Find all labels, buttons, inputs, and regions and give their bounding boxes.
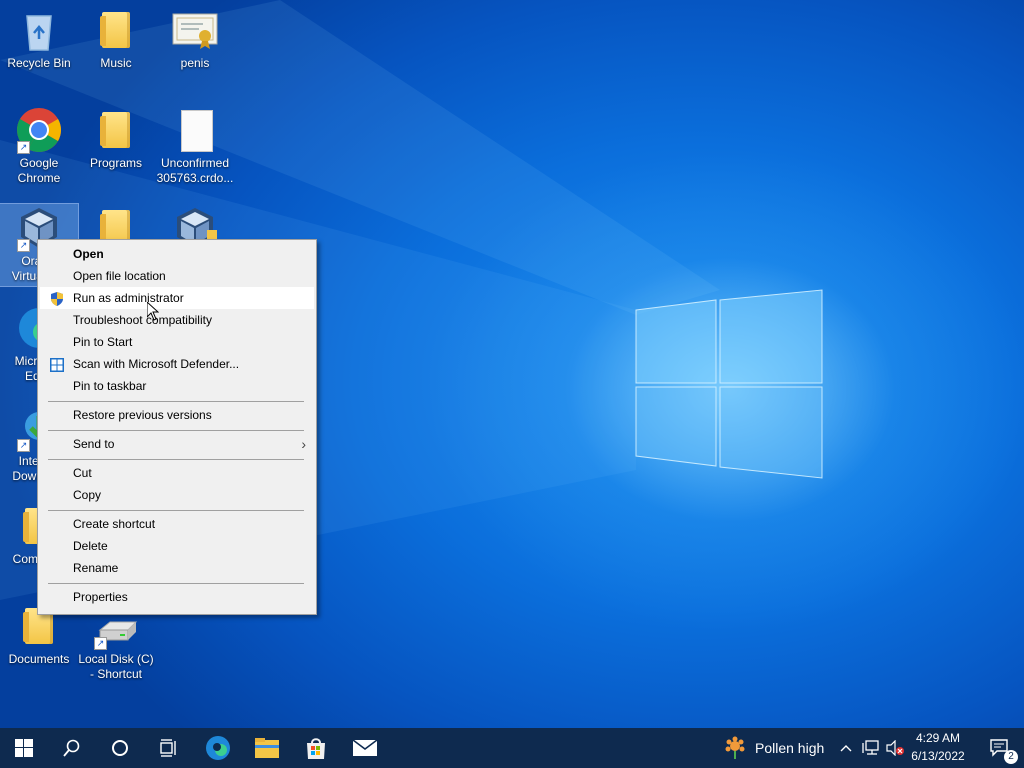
menu-item-pin-to-taskbar[interactable]: Pin to taskbar <box>40 375 314 397</box>
desktop-icon-certificate-file[interactable]: penis <box>156 6 234 71</box>
mouse-cursor-icon <box>147 302 159 321</box>
menu-item-properties[interactable]: Properties <box>40 586 314 608</box>
desktop-icon-programs[interactable]: Programs <box>77 106 155 171</box>
menu-item-scan-with-defender[interactable]: Scan with Microsoft Defender... <box>40 353 314 375</box>
menu-item-restore-previous-versions[interactable]: Restore previous versions <box>40 404 314 426</box>
menu-item-cut[interactable]: Cut <box>40 462 314 484</box>
icon-label: Recycle Bin <box>7 56 71 70</box>
pollen-icon <box>725 736 745 759</box>
menu-separator <box>48 401 304 402</box>
defender-shield-icon <box>50 357 64 372</box>
icon-label: Music <box>100 56 132 70</box>
shortcut-arrow-icon: ↗ <box>17 239 30 252</box>
chevron-up-icon <box>840 745 852 752</box>
icon-label: Unconfirmed 305763.crdo... <box>156 156 234 185</box>
network-icon <box>862 740 879 755</box>
chevron-right-icon: › <box>301 436 306 452</box>
taskbar-file-explorer[interactable] <box>243 728 291 768</box>
desktop-icon-recycle-bin[interactable]: Recycle Bin <box>0 6 78 71</box>
folder-icon <box>92 106 140 154</box>
chrome-icon: ↗ <box>15 106 63 154</box>
desktop-icon-unconfirmed-file[interactable]: Unconfirmed 305763.crdo... <box>156 106 234 186</box>
menu-separator <box>48 583 304 584</box>
mail-icon <box>352 739 378 756</box>
clock-time[interactable]: 4:29 AM <box>908 731 968 745</box>
menu-item-open[interactable]: Open <box>40 243 314 265</box>
icon-label: penis <box>180 56 210 70</box>
menu-item-open-file-location[interactable]: Open file location <box>40 265 314 287</box>
taskbar-edge[interactable] <box>194 728 242 768</box>
taskbar: Pollen high 4:29 AM 6/13/2022 2 <box>0 728 1024 768</box>
menu-item-pin-to-start[interactable]: Pin to Start <box>40 331 314 353</box>
shortcut-arrow-icon: ↗ <box>94 637 107 650</box>
cortana-icon <box>112 740 128 756</box>
search-button[interactable] <box>48 728 96 768</box>
certificate-icon <box>171 6 219 54</box>
recycle-bin-icon <box>15 6 63 54</box>
edge-icon <box>206 736 230 760</box>
menu-item-rename[interactable]: Rename <box>40 557 314 579</box>
menu-separator <box>48 510 304 511</box>
menu-separator <box>48 430 304 431</box>
file-explorer-icon <box>255 738 279 758</box>
task-view-icon <box>160 739 176 757</box>
windows-logo-icon <box>15 739 33 757</box>
search-icon <box>63 739 80 757</box>
cortana-button[interactable] <box>96 728 144 768</box>
menu-item-copy[interactable]: Copy <box>40 484 314 506</box>
network-button[interactable] <box>860 728 882 768</box>
icon-label: Local Disk (C) - Shortcut <box>78 652 154 681</box>
weather-text[interactable]: Pollen high <box>755 740 824 756</box>
menu-separator <box>48 459 304 460</box>
file-icon <box>171 106 219 154</box>
uac-shield-icon <box>50 291 64 306</box>
clock-date[interactable]: 6/13/2022 <box>908 749 968 763</box>
folder-icon <box>92 6 140 54</box>
menu-item-run-as-administrator[interactable]: Run as administrator <box>40 287 314 309</box>
volume-button[interactable] <box>884 728 906 768</box>
start-button[interactable] <box>0 728 48 768</box>
taskbar-mail[interactable] <box>341 728 389 768</box>
shortcut-arrow-icon: ↗ <box>17 439 30 452</box>
menu-item-delete[interactable]: Delete <box>40 535 314 557</box>
notification-count-badge: 2 <box>1004 750 1018 764</box>
volume-muted-icon <box>886 740 904 756</box>
desktop-icon-music[interactable]: Music <box>77 6 155 71</box>
store-icon <box>307 738 325 759</box>
taskbar-microsoft-store[interactable] <box>292 728 340 768</box>
icon-label: Programs <box>89 156 142 170</box>
action-center-button[interactable]: 2 <box>976 728 1024 768</box>
weather-widget-icon[interactable] <box>724 736 746 760</box>
shortcut-arrow-icon: ↗ <box>17 141 30 154</box>
show-hidden-icons-button[interactable] <box>836 728 856 768</box>
menu-item-troubleshoot-compatibility[interactable]: Troubleshoot compatibility <box>40 309 314 331</box>
icon-label: Google Chrome <box>17 156 61 185</box>
icon-label: Documents <box>8 652 70 666</box>
context-menu: Open Open file location Run as administr… <box>37 239 317 615</box>
menu-item-create-shortcut[interactable]: Create shortcut <box>40 513 314 535</box>
desktop-icon-google-chrome[interactable]: ↗ Google Chrome <box>0 106 78 186</box>
menu-item-send-to[interactable]: Send to › <box>40 433 314 455</box>
task-view-button[interactable] <box>144 728 192 768</box>
